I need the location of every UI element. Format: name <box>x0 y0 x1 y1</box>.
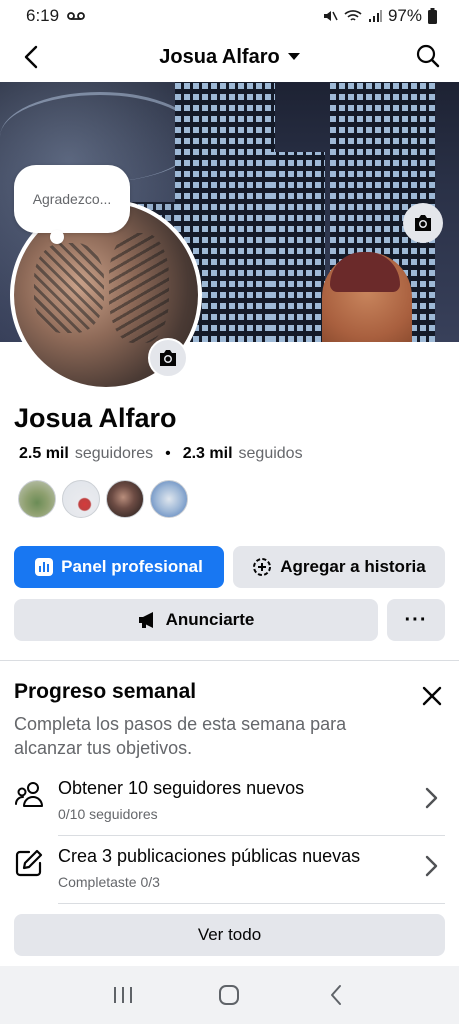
home-button[interactable] <box>209 975 249 1015</box>
follower-thumbnail[interactable] <box>18 480 56 518</box>
battery-percent: 97% <box>387 6 422 25</box>
weekly-progress-title: Progreso semanal <box>14 680 197 703</box>
follower-thumbnail[interactable] <box>62 480 100 518</box>
app-header: Josua Alfaro <box>0 32 459 82</box>
note-bubble-tail <box>50 230 64 244</box>
megaphone-icon <box>138 612 153 628</box>
back-arrow-icon <box>24 45 38 69</box>
task-title: Obtener 10 seguidores nuevos <box>58 778 305 798</box>
status-right: 97% <box>322 6 437 26</box>
add-story-icon <box>253 558 272 576</box>
wifi-icon <box>344 10 362 21</box>
task-separator <box>58 903 445 904</box>
following-count[interactable]: 2.3 mil <box>183 445 233 463</box>
more-options-button[interactable]: ··· <box>387 599 445 641</box>
chevron-right-icon <box>425 855 438 877</box>
follower-thumbnail[interactable] <box>150 480 188 518</box>
profile-note[interactable]: Agradezco... <box>14 165 130 233</box>
home-icon <box>219 985 240 1005</box>
status-bar: 6:19 97% <box>0 0 459 32</box>
people-icon <box>15 782 43 807</box>
voicemail-icon <box>67 12 85 20</box>
follower-thumbnail[interactable] <box>106 480 144 518</box>
system-back-button[interactable] <box>316 975 356 1015</box>
note-text: Agradezco... <box>32 191 112 207</box>
task-item[interactable]: Obtener 10 seguidores nuevos 0/10 seguid… <box>0 770 459 836</box>
chevron-right-icon <box>425 787 438 809</box>
camera-icon <box>160 350 176 366</box>
follower-thumbnails <box>18 480 188 518</box>
task-progress: Completaste 0/3 <box>58 874 160 890</box>
profile-name: Josua Alfaro <box>14 403 177 433</box>
section-divider <box>0 660 459 661</box>
edit-cover-button[interactable] <box>403 203 443 243</box>
add-to-story-button[interactable]: Agregar a historia <box>233 546 445 588</box>
status-left: 6:19 <box>26 6 85 26</box>
profile-switcher[interactable]: Josua Alfaro <box>159 45 300 69</box>
task-separator <box>58 835 445 836</box>
back-chevron-icon <box>330 985 341 1005</box>
see-all-label: Ver todo <box>197 925 262 944</box>
followers-label[interactable]: seguidores <box>75 445 153 463</box>
battery-icon <box>428 8 437 24</box>
following-label[interactable]: seguidos <box>239 445 303 463</box>
system-nav-bar <box>0 966 459 1024</box>
add-to-story-label: Agregar a historia <box>280 557 426 576</box>
compose-icon <box>15 849 43 877</box>
task-title: Crea 3 publicaciones públicas nuevas <box>58 846 361 866</box>
advertise-button[interactable]: Anunciarte <box>14 599 378 641</box>
close-icon <box>422 686 442 706</box>
follow-stats: 2.5 mil seguidores • 2.3 mil seguidos <box>19 445 303 463</box>
search-icon <box>416 44 440 68</box>
weekly-progress-subtitle: Completa los pasos de esta semana para a… <box>14 714 347 758</box>
close-progress-button[interactable] <box>418 682 446 710</box>
caret-down-icon <box>287 53 300 60</box>
status-time: 6:19 <box>26 6 60 25</box>
mute-icon <box>323 11 338 21</box>
camera-icon <box>415 215 431 231</box>
professional-dashboard-label: Panel profesional <box>61 557 203 576</box>
task-progress: 0/10 seguidores <box>58 806 158 822</box>
task-item[interactable]: Crea 3 publicaciones públicas nuevas Com… <box>0 838 459 904</box>
header-title: Josua Alfaro <box>159 45 280 68</box>
stats-separator: • <box>165 445 171 462</box>
signal-icon <box>368 10 382 22</box>
see-all-button[interactable]: Ver todo <box>14 914 445 956</box>
back-button[interactable] <box>16 42 46 72</box>
professional-dashboard-button[interactable]: Panel profesional <box>14 546 224 588</box>
edit-avatar-button[interactable] <box>148 338 188 378</box>
more-options-icon: ··· <box>404 608 428 631</box>
recent-apps-icon <box>114 987 133 1003</box>
search-button[interactable] <box>413 41 443 71</box>
followers-count[interactable]: 2.5 mil <box>19 445 69 463</box>
recent-apps-button[interactable] <box>103 975 143 1015</box>
advertise-label: Anunciarte <box>165 610 255 629</box>
dashboard-icon <box>35 558 54 576</box>
